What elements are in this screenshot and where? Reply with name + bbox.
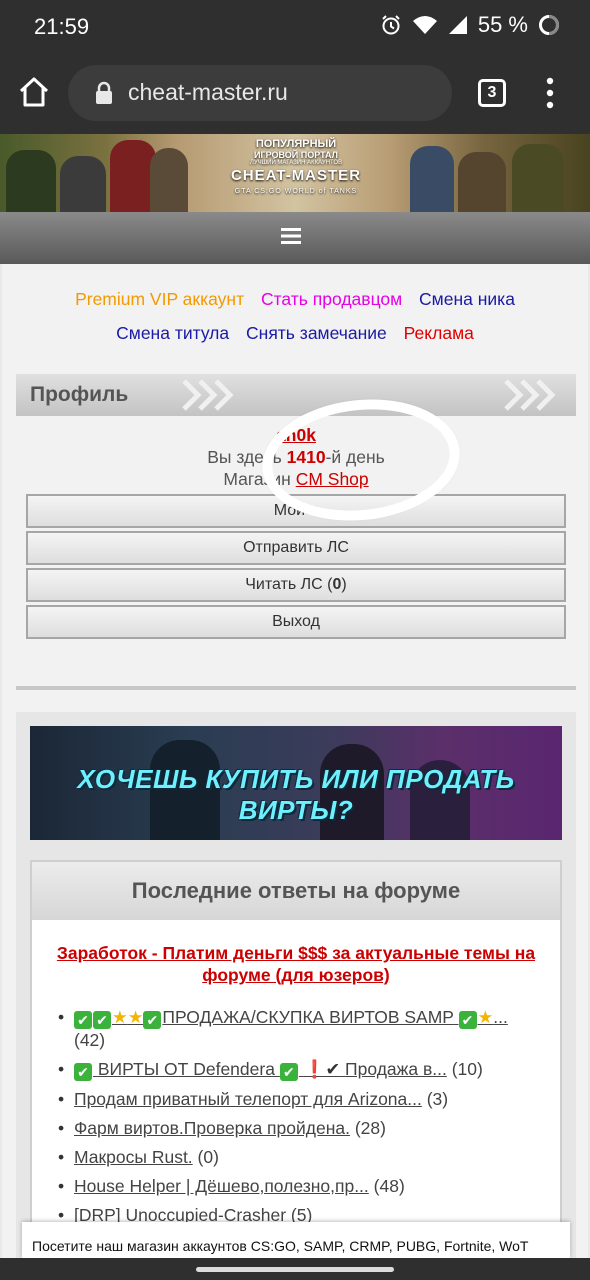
check-icon: ✔: [143, 1011, 162, 1029]
banner-line-2: ИГРОВОЙ ПОРТАЛ: [254, 150, 338, 160]
banner-line-3: ЛУЧШИЙ МАГАЗИН АККАУНТОВ: [249, 160, 343, 166]
forum-post-link[interactable]: Фарм виртов.Проверка пройдена.: [74, 1118, 350, 1138]
promo-link[interactable]: Заработок - Платим деньги $$$ за актуаль…: [48, 942, 544, 986]
read-pm-label: Читать ЛС (: [245, 576, 333, 593]
status-bar: 21:59 55 %: [0, 0, 590, 52]
post-title-tail: ...: [493, 1007, 508, 1027]
status-icons: 55 %: [380, 12, 560, 38]
signal-icon: [448, 15, 468, 35]
link-advertising[interactable]: Реклама: [404, 323, 474, 343]
character-figure: [6, 150, 56, 212]
reply-count: (48): [373, 1176, 405, 1196]
list-item: House Helper | Дёшево,полезно,пр... (48): [58, 1175, 538, 1197]
site-navbar: [0, 212, 590, 264]
overflow-menu-icon[interactable]: [540, 76, 560, 110]
reply-count: (42): [74, 1030, 106, 1050]
forum-posts-list: ✔✔★★✔ПРОДАЖА/СКУПКА ВИРТОВ SAMP ✔★... (4…: [58, 1006, 538, 1233]
reply-count: (0): [197, 1147, 219, 1167]
home-icon[interactable]: [16, 74, 52, 110]
list-item: Макросы Rust. (0): [58, 1146, 538, 1168]
read-pm-close: ): [341, 576, 347, 593]
alarm-icon: [380, 14, 402, 36]
star-icon: ★: [477, 1007, 494, 1027]
forum-post-link[interactable]: House Helper | Дёшево,полезно,пр...: [74, 1176, 369, 1196]
link-premium-vip[interactable]: Premium VIP аккаунт: [75, 289, 244, 309]
send-pm-button[interactable]: Отправить ЛС: [26, 531, 566, 565]
profile-header: Профиль: [16, 374, 576, 416]
forum-latest-panel: Последние ответы на форуме Заработок - П…: [30, 860, 562, 1260]
list-item: Фарм виртов.Проверка пройдена. (28): [58, 1117, 538, 1139]
banner-line-1: ПОПУЛЯРНЫЙ: [255, 138, 337, 150]
exclamation-icon: ❗: [303, 1059, 326, 1079]
chevrons-icon: [504, 378, 564, 412]
site-banner[interactable]: ПОПУЛЯРНЫЙ ИГРОВОЙ ПОРТАЛ ЛУЧШИЙ МАГАЗИН…: [0, 134, 590, 212]
list-item: ✔ ВИРТЫ ОТ Defendera ✔ ❗✔ Продажа в... (…: [58, 1058, 538, 1081]
address-bar[interactable]: cheat-master.ru: [68, 65, 452, 121]
tab-switcher-button[interactable]: 3: [478, 79, 506, 107]
read-pm-button[interactable]: Читать ЛС (0): [26, 568, 566, 602]
post-title: ВИРТЫ ОТ Defendera: [97, 1059, 275, 1079]
character-figure: [512, 144, 564, 212]
star-icon: ★: [112, 1007, 128, 1027]
battery-percent: 55 %: [477, 12, 528, 37]
star-icon: ★: [127, 1007, 144, 1027]
reply-count: (28): [354, 1118, 386, 1138]
forum-panel-title: Последние ответы на форуме: [32, 862, 560, 920]
link-change-nick[interactable]: Смена ника: [419, 289, 515, 309]
reply-count: (10): [451, 1059, 483, 1079]
reply-count: (3): [426, 1089, 449, 1109]
checkmark-icon: ✔: [325, 1059, 341, 1079]
post-title: ПРОДАЖА/СКУПКА ВИРТОВ SAMP: [162, 1007, 454, 1027]
status-time: 21:59: [34, 14, 90, 39]
link-change-title[interactable]: Смена титула: [116, 323, 229, 343]
forum-post-link[interactable]: Продам приватный телепорт для Arizona...: [74, 1089, 422, 1109]
character-figure: [60, 156, 106, 212]
banner-games: GTA CS:GO WORLD of TANKS: [234, 188, 358, 195]
banner-logo-text: CHEAT-MASTER: [230, 167, 362, 184]
banner-logo: ПОПУЛЯРНЫЙ ИГРОВОЙ ПОРТАЛ ЛУЧШИЙ МАГАЗИН…: [182, 138, 410, 208]
link-remove-warning[interactable]: Снять замечание: [246, 323, 387, 343]
chevrons-icon: [182, 378, 242, 412]
forum-post-link[interactable]: ✔ ВИРТЫ ОТ Defendera ✔ ❗✔ Продажа в...: [74, 1059, 447, 1081]
forum-post-link[interactable]: Макросы Rust.: [74, 1147, 193, 1167]
top-links: Premium VIP аккаунт Стать продавцом Смен…: [2, 282, 588, 350]
check-icon: ✔: [93, 1011, 111, 1029]
wifi-icon: [412, 15, 438, 35]
character-figure: [410, 146, 454, 212]
check-icon: ✔: [74, 1011, 92, 1029]
check-icon: ✔: [458, 1011, 477, 1029]
gesture-handle[interactable]: [196, 1267, 394, 1272]
lower-section: ХОЧЕШЬ КУПИТЬ ИЛИ ПРОДАТЬ ВИРТЫ? Последн…: [16, 712, 576, 1260]
hamburger-menu-icon[interactable]: [281, 227, 301, 245]
check-icon: ✔: [74, 1063, 92, 1081]
lock-icon: [94, 81, 114, 105]
url-text: cheat-master.ru: [128, 79, 288, 105]
profile-title: Профиль: [30, 383, 129, 406]
character-figure: [458, 152, 506, 212]
list-item: ✔✔★★✔ПРОДАЖА/СКУПКА ВИРТОВ SAMP ✔★... (4…: [58, 1006, 538, 1051]
page-content: Premium VIP аккаунт Стать продавцом Смен…: [2, 264, 588, 1260]
ad-banner[interactable]: ХОЧЕШЬ КУПИТЬ ИЛИ ПРОДАТЬ ВИРТЫ?: [30, 726, 562, 840]
browser-toolbar: cheat-master.ru 3: [0, 52, 590, 134]
toast-notification[interactable]: Посетите наш магазин аккаунтов CS:GO, SA…: [22, 1222, 570, 1258]
list-item: Продам приватный телепорт для Arizona...…: [58, 1088, 538, 1110]
logout-button[interactable]: Выход: [26, 605, 566, 639]
check-icon: ✔: [279, 1063, 298, 1081]
ad-banner-text: ХОЧЕШЬ КУПИТЬ ИЛИ ПРОДАТЬ ВИРТЫ?: [77, 764, 515, 825]
system-nav-bar: [0, 1258, 590, 1280]
forum-post-link[interactable]: ✔ ✔ ★★ ✔ ПРОДАЖА/СКУПКА ВИРТОВ SAMP ✔ ★...: [74, 1007, 508, 1029]
battery-icon: [538, 14, 560, 36]
link-become-seller[interactable]: Стать продавцом: [261, 289, 402, 309]
post-title-tail: Продажа в...: [345, 1059, 447, 1079]
